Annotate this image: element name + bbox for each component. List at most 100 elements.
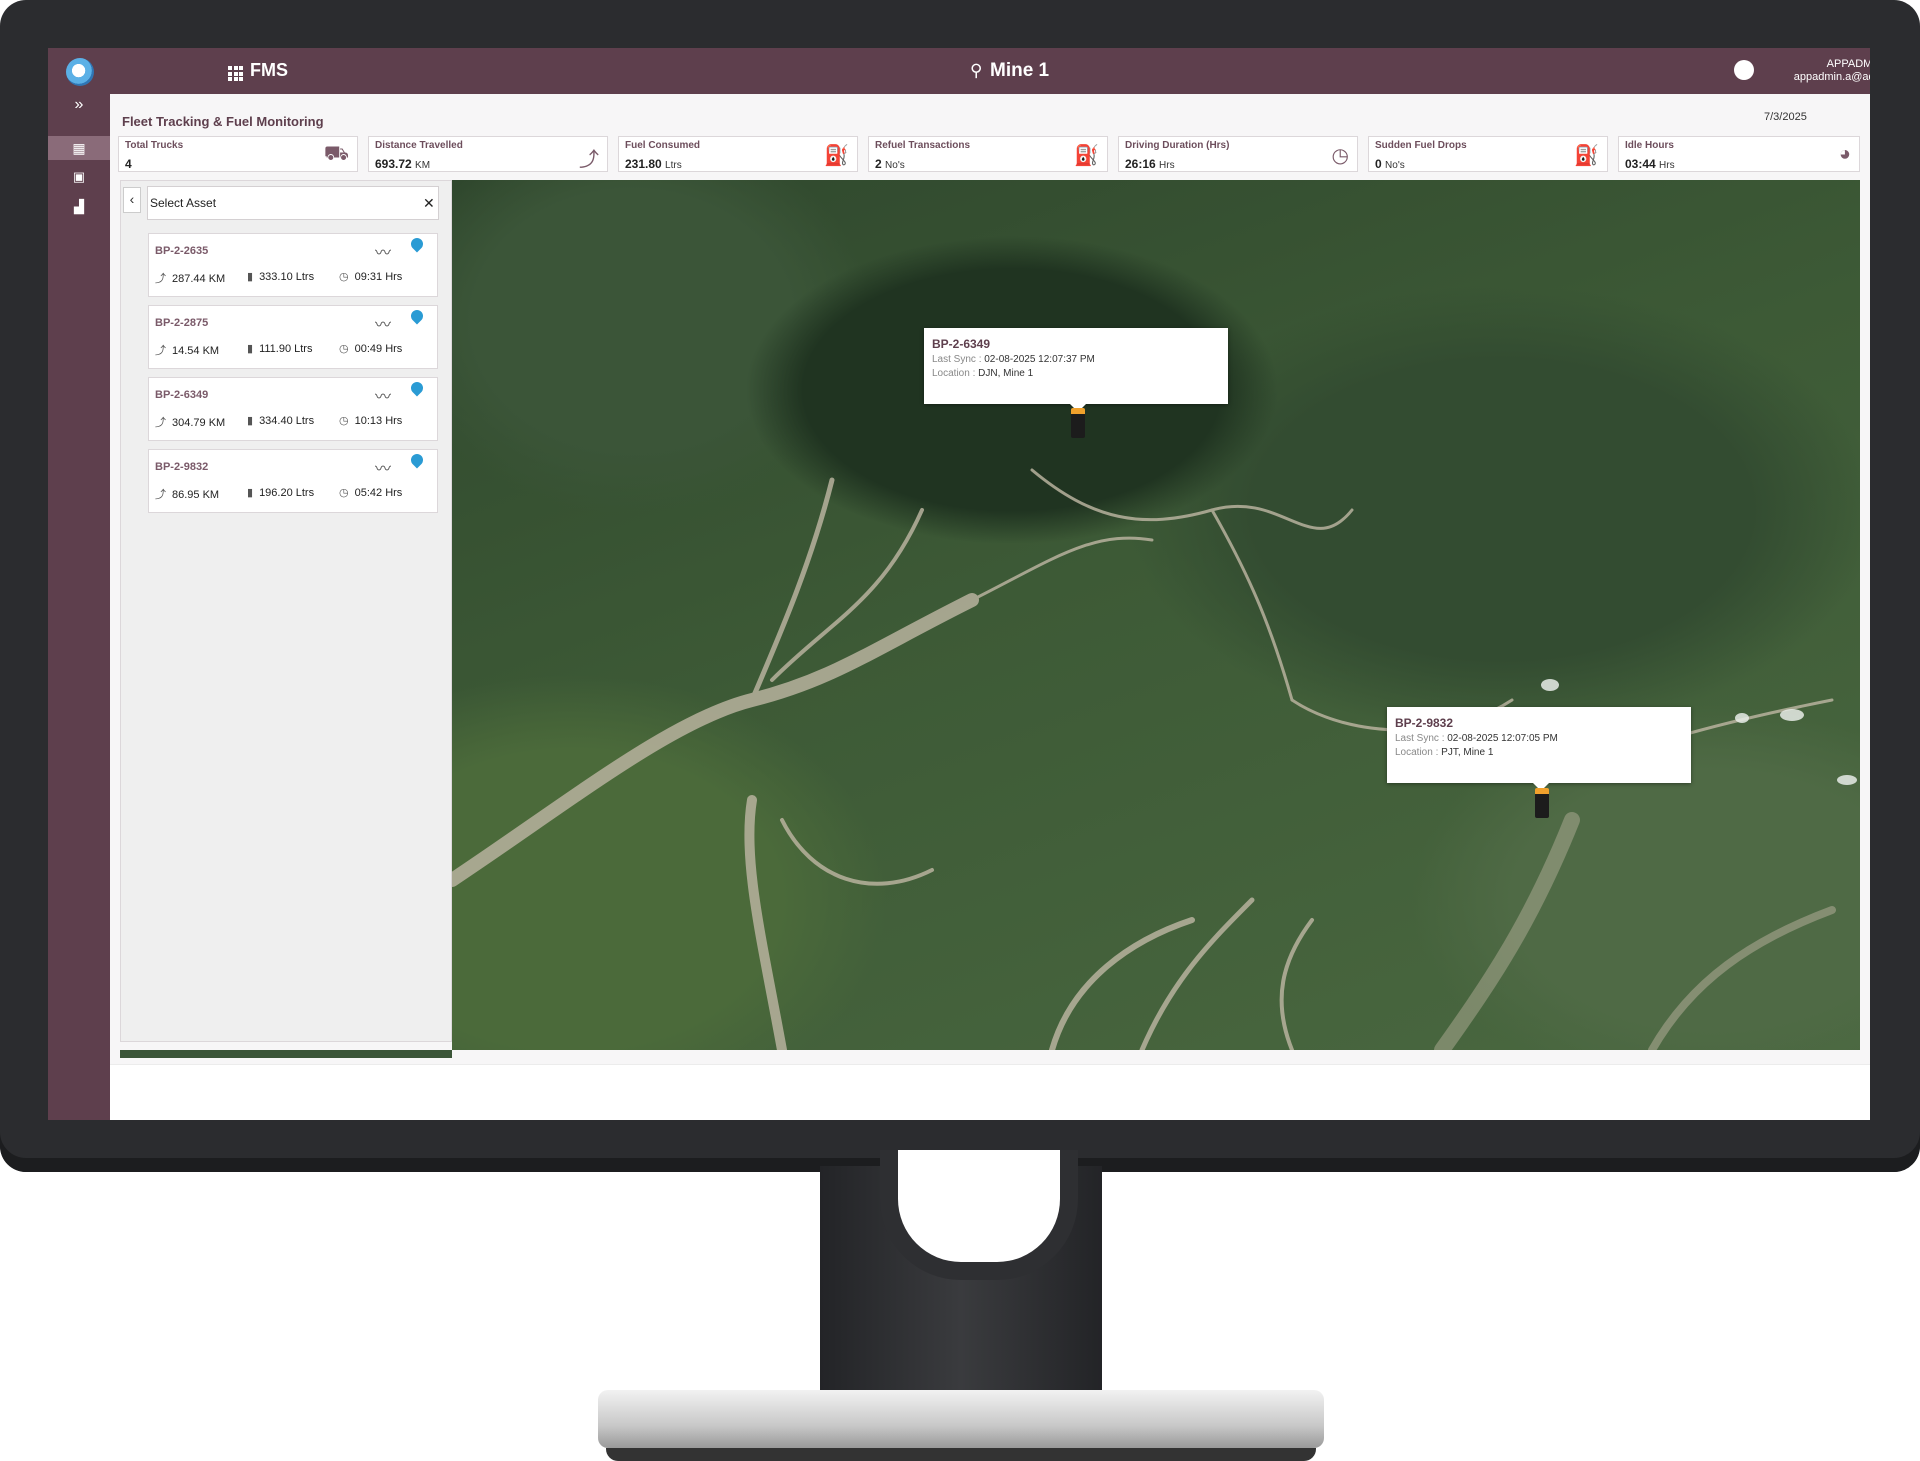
trend-icon[interactable]: 〰 bbox=[375, 383, 391, 407]
kpi-label: Driving Duration (Hrs) bbox=[1125, 140, 1230, 151]
kpi-value: 231.80 Ltrs bbox=[625, 157, 682, 171]
vehicle-popup[interactable]: BP-2-9832 Last Sync : 02-08-2025 12:07:0… bbox=[1387, 707, 1691, 791]
user-avatar-icon[interactable] bbox=[1734, 60, 1754, 80]
clock-icon: ◷ bbox=[339, 415, 349, 427]
kpi-label: Sudden Fuel Drops bbox=[1375, 140, 1467, 151]
map-strip bbox=[120, 1050, 452, 1058]
monitor-stand-foot bbox=[606, 1448, 1316, 1461]
collapse-panel-button[interactable]: ‹ bbox=[123, 187, 141, 213]
trend-icon[interactable]: 〰 bbox=[375, 239, 391, 263]
map-pin-icon[interactable] bbox=[408, 379, 426, 397]
kpi-fuel-consumed: Fuel Consumed 231.80 Ltrs ⛽ bbox=[618, 136, 858, 172]
asset-fuel: ▮ 334.40 Ltrs bbox=[247, 415, 315, 427]
asset-distance: ⤴ 304.79 KM bbox=[155, 417, 226, 429]
report-icon[interactable]: ▣ bbox=[48, 166, 110, 188]
vehicle-popup[interactable]: BP-2-6349 Last Sync : 02-08-2025 12:07:3… bbox=[924, 328, 1228, 412]
kpi-total-trucks: Total Trucks 4 ⛟ bbox=[118, 136, 358, 172]
date-display: 7/3/2025 bbox=[1764, 111, 1807, 123]
asset-duration: ◷ 00:49 Hrs bbox=[339, 343, 403, 355]
asset-fuel: ▮ 333.10 Ltrs bbox=[247, 271, 315, 283]
kpi-distance-travelled: Distance Travelled 693.72 KM ⤴ bbox=[368, 136, 608, 172]
kpi-value: 0 No's bbox=[1375, 157, 1405, 171]
kpi-refuel-transactions: Refuel Transactions 2 No's ⛽ bbox=[868, 136, 1108, 172]
site-name: Mine 1 bbox=[990, 60, 1050, 81]
asset-id: BP-2-2635 bbox=[155, 245, 209, 257]
pie-icon: ◕ bbox=[1838, 143, 1851, 165]
popup-asset-id: BP-2-6349 bbox=[932, 337, 991, 351]
kpi-label: Total Trucks bbox=[125, 140, 184, 151]
expand-nav-icon[interactable]: » bbox=[48, 96, 110, 118]
footer-area bbox=[110, 1064, 1870, 1120]
asset-card[interactable]: BP-2-9832 〰 ⤴ 86.95 KM ▮ 196.20 Ltrs ◷ 05:4… bbox=[148, 449, 438, 513]
app-title: FMS bbox=[250, 60, 288, 80]
asset-distance: ⤴ 14.54 KM bbox=[155, 345, 220, 357]
asset-id: BP-2-9832 bbox=[155, 461, 209, 473]
popup-location: Location : DJN, Mine 1 bbox=[932, 368, 1034, 379]
kpi-sudden-fuel-drops: Sudden Fuel Drops 0 No's ⛽ bbox=[1368, 136, 1608, 172]
trend-icon[interactable]: 〰 bbox=[375, 455, 391, 479]
asset-fuel: ▮ 196.20 Ltrs bbox=[247, 487, 315, 499]
asset-card[interactable]: BP-2-2635 〰 ⤴ 287.44 KM ▮ 333.10 Ltrs ◷ 09:… bbox=[148, 233, 438, 297]
main-content: Fleet Tracking & Fuel Monitoring 7/3/202… bbox=[110, 94, 1870, 1120]
asset-id: BP-2-6349 bbox=[155, 389, 209, 401]
trend-icon[interactable]: 〰 bbox=[375, 311, 391, 335]
asset-card[interactable]: BP-2-6349 〰 ⤴ 304.79 KM ▮ 334.40 Ltrs ◷ 10:… bbox=[148, 377, 438, 441]
kpi-label: Idle Hours bbox=[1625, 140, 1674, 151]
asset-duration: ◷ 05:42 Hrs bbox=[339, 487, 403, 499]
route-icon: ⤴ bbox=[155, 489, 166, 501]
fuel-pump-icon: ▮ bbox=[247, 415, 254, 427]
clock-icon: ◷ bbox=[1331, 145, 1349, 167]
page-title: Fleet Tracking & Fuel Monitoring bbox=[122, 114, 324, 129]
kpi-label: Distance Travelled bbox=[375, 140, 463, 151]
monitor-stand-base bbox=[598, 1390, 1324, 1448]
route-icon: ⤴ bbox=[155, 273, 166, 285]
apps-grid-icon[interactable] bbox=[228, 66, 243, 81]
kpi-driving-duration: Driving Duration (Hrs) 26:16 Hrs ◷ bbox=[1118, 136, 1358, 172]
fuel-drop-icon: ⛽ bbox=[1574, 145, 1599, 167]
user-email: appadmin.a@admin.com bbox=[1793, 71, 1870, 83]
asset-panel: ‹ Select Asset ✕ BP-2-2635 〰 ⤴ 287.44 KM … bbox=[120, 180, 452, 1042]
fuel-pump-icon: ▮ bbox=[247, 343, 254, 355]
map-pin-icon[interactable] bbox=[408, 451, 426, 469]
asset-id: BP-2-2875 bbox=[155, 317, 209, 329]
clock-icon: ◷ bbox=[339, 487, 349, 499]
clock-icon: ◷ bbox=[339, 343, 349, 355]
kpi-idle-hours: Idle Hours 03:44 Hrs ◕ bbox=[1618, 136, 1860, 172]
map-terrain bbox=[452, 343, 1857, 1050]
popup-last-sync: Last Sync : 02-08-2025 12:07:37 PM bbox=[932, 354, 1095, 365]
truck-marker-icon[interactable] bbox=[1535, 788, 1549, 818]
clock-icon: ◷ bbox=[339, 271, 349, 283]
asset-duration: ◷ 09:31 Hrs bbox=[339, 271, 403, 283]
asset-duration: ◷ 10:13 Hrs bbox=[339, 415, 403, 427]
app-screen: » ▦ ▣ ▟ FMS ⚲ Mine 1 APPADMIN appadmin.a… bbox=[48, 48, 1870, 1120]
fuel-pump-icon: ⛽ bbox=[824, 145, 849, 167]
fuel-pump-icon: ▮ bbox=[247, 271, 254, 283]
kpi-label: Refuel Transactions bbox=[875, 140, 971, 151]
kpi-value: 03:44 Hrs bbox=[1625, 157, 1675, 171]
route-icon: ⤴ bbox=[155, 345, 166, 357]
kpi-value: 693.72 KM bbox=[375, 157, 431, 171]
popup-location: Location : PJT, Mine 1 bbox=[1395, 747, 1494, 758]
dashboard-icon[interactable]: ▦ bbox=[48, 136, 110, 160]
asset-select-input[interactable]: Select Asset bbox=[147, 186, 439, 220]
asset-fuel: ▮ 111.90 Ltrs bbox=[247, 343, 313, 355]
asset-distance: ⤴ 86.95 KM bbox=[155, 489, 220, 501]
nav-rail: » ▦ ▣ ▟ bbox=[48, 48, 110, 1120]
fuel-pump-icon: ▮ bbox=[247, 487, 254, 499]
monitor-stand-cutout bbox=[880, 1150, 1078, 1280]
route-icon: ⤴ bbox=[579, 149, 599, 171]
popup-asset-id: BP-2-9832 bbox=[1395, 716, 1454, 730]
asset-card[interactable]: BP-2-2875 〰 ⤴ 14.54 KM ▮ 111.90 Ltrs ◷ 00:4… bbox=[148, 305, 438, 369]
company-logo bbox=[66, 58, 94, 86]
user-name: APPADMIN bbox=[1826, 58, 1870, 70]
close-icon[interactable]: ✕ bbox=[423, 195, 435, 212]
truck-marker-icon[interactable] bbox=[1071, 408, 1085, 438]
route-icon: ⤴ bbox=[155, 417, 166, 429]
satellite-map[interactable]: BP-2-6349 Last Sync : 02-08-2025 12:07:3… bbox=[452, 180, 1860, 1050]
kpi-label: Fuel Consumed bbox=[625, 140, 701, 151]
map-pin-icon[interactable] bbox=[408, 235, 426, 253]
refuel-icon: ⛽ bbox=[1074, 145, 1099, 167]
location-pin-icon: ⚲ bbox=[970, 61, 983, 80]
map-pin-icon[interactable] bbox=[408, 307, 426, 325]
factory-icon[interactable]: ▟ bbox=[48, 196, 110, 218]
